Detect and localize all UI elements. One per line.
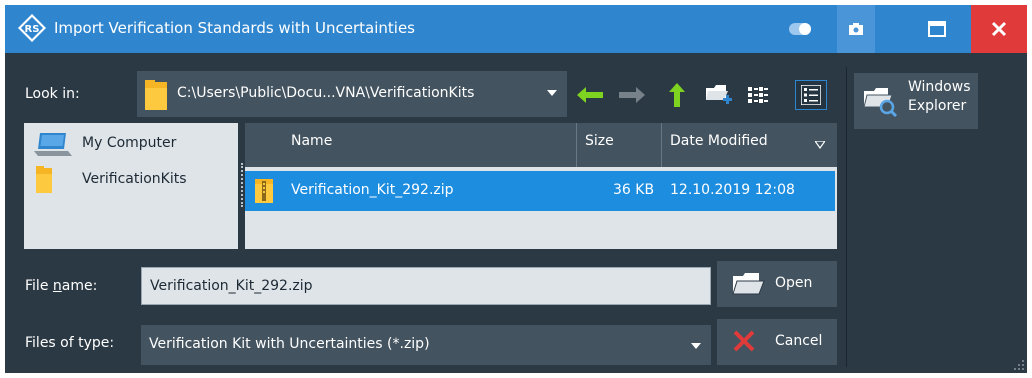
panel-splitter[interactable]	[241, 163, 243, 207]
maximize-icon	[928, 21, 946, 37]
list-view-icon	[748, 87, 768, 103]
open-button[interactable]: Open	[717, 261, 837, 307]
files-of-type-value: Verification Kit with Uncertainties (*.z…	[149, 336, 430, 352]
chevron-down-icon[interactable]	[547, 90, 557, 96]
up-button[interactable]	[665, 81, 689, 109]
chevron-down-icon[interactable]	[691, 343, 701, 349]
look-in-path: C:\Users\Public\Docu...VNA\VerificationK…	[177, 85, 475, 101]
explorer-label-line2: Explorer	[908, 98, 967, 114]
windows-explorer-button[interactable]: Windows Explorer	[854, 73, 978, 129]
new-folder-icon	[706, 85, 732, 104]
list-view-button[interactable]	[745, 81, 771, 109]
screenshot-button[interactable]	[837, 5, 875, 53]
file-name-field[interactable]	[141, 267, 711, 305]
look-in-combo[interactable]: C:\Users\Public\Docu...VNA\VerificationK…	[137, 71, 567, 117]
camera-icon	[849, 23, 863, 35]
maximize-button[interactable]	[905, 5, 969, 53]
forward-arrow-icon	[619, 87, 645, 103]
sort-descending-icon	[815, 141, 825, 149]
new-folder-button[interactable]	[703, 81, 733, 109]
column-header-size[interactable]: Size	[576, 123, 661, 167]
file-name-cell: Verification_Kit_292.zip	[291, 182, 454, 198]
file-date-cell: 12.10.2019 12:08	[670, 182, 795, 198]
folder-icon	[145, 80, 167, 110]
explorer-label-line1: Windows	[908, 79, 971, 95]
files-of-type-label: Files of type:	[25, 335, 115, 351]
close-button[interactable]	[971, 5, 1027, 53]
file-list[interactable]: Name Size Date Modified Verification_Kit…	[245, 123, 837, 249]
column-header-date-modified[interactable]: Date Modified	[661, 123, 837, 167]
file-size-cell: 36 KB	[613, 182, 655, 198]
svg-text:RS: RS	[25, 24, 40, 35]
zip-file-icon	[255, 179, 273, 203]
table-row[interactable]: Verification_Kit_292.zip 36 KB 12.10.201…	[245, 171, 835, 211]
details-view-button[interactable]	[795, 80, 827, 110]
title-bar[interactable]: RS Import Verification Standards with Un…	[5, 5, 1027, 53]
folder-icon	[36, 166, 52, 193]
toggle-icon	[789, 23, 811, 35]
place-label: My Computer	[82, 135, 177, 151]
cancel-button[interactable]: Cancel	[717, 319, 837, 365]
column-header-name[interactable]: Name	[245, 123, 574, 167]
import-dialog: RS Import Verification Standards with Un…	[5, 5, 1027, 373]
place-my-computer[interactable]: My Computer	[24, 129, 238, 159]
up-arrow-icon	[669, 83, 685, 107]
look-in-label: Look in:	[25, 86, 80, 102]
window-title: Import Verification Standards with Uncer…	[54, 19, 415, 37]
close-icon	[991, 21, 1007, 37]
computer-icon	[34, 133, 72, 156]
display-toggle-button[interactable]	[773, 5, 827, 53]
back-button[interactable]	[575, 81, 605, 109]
forward-button[interactable]	[617, 81, 647, 109]
place-label: VerificationKits	[82, 171, 187, 187]
panel-divider	[846, 67, 847, 367]
open-label: Open	[775, 275, 813, 291]
files-of-type-combo[interactable]: Verification Kit with Uncertainties (*.z…	[141, 325, 711, 365]
place-verificationkits[interactable]: VerificationKits	[24, 165, 238, 195]
places-panel: My Computer VerificationKits	[24, 123, 238, 249]
cancel-label: Cancel	[775, 333, 823, 349]
file-name-label: File name:	[25, 278, 98, 294]
list-header: Name Size Date Modified	[245, 123, 837, 167]
open-folder-icon	[732, 273, 765, 295]
rs-logo-icon: RS	[18, 14, 46, 42]
details-view-icon	[801, 85, 821, 105]
folder-search-icon	[863, 88, 898, 117]
back-arrow-icon	[577, 87, 603, 103]
resize-grip-icon[interactable]	[1013, 359, 1025, 371]
cancel-x-icon	[733, 330, 755, 352]
